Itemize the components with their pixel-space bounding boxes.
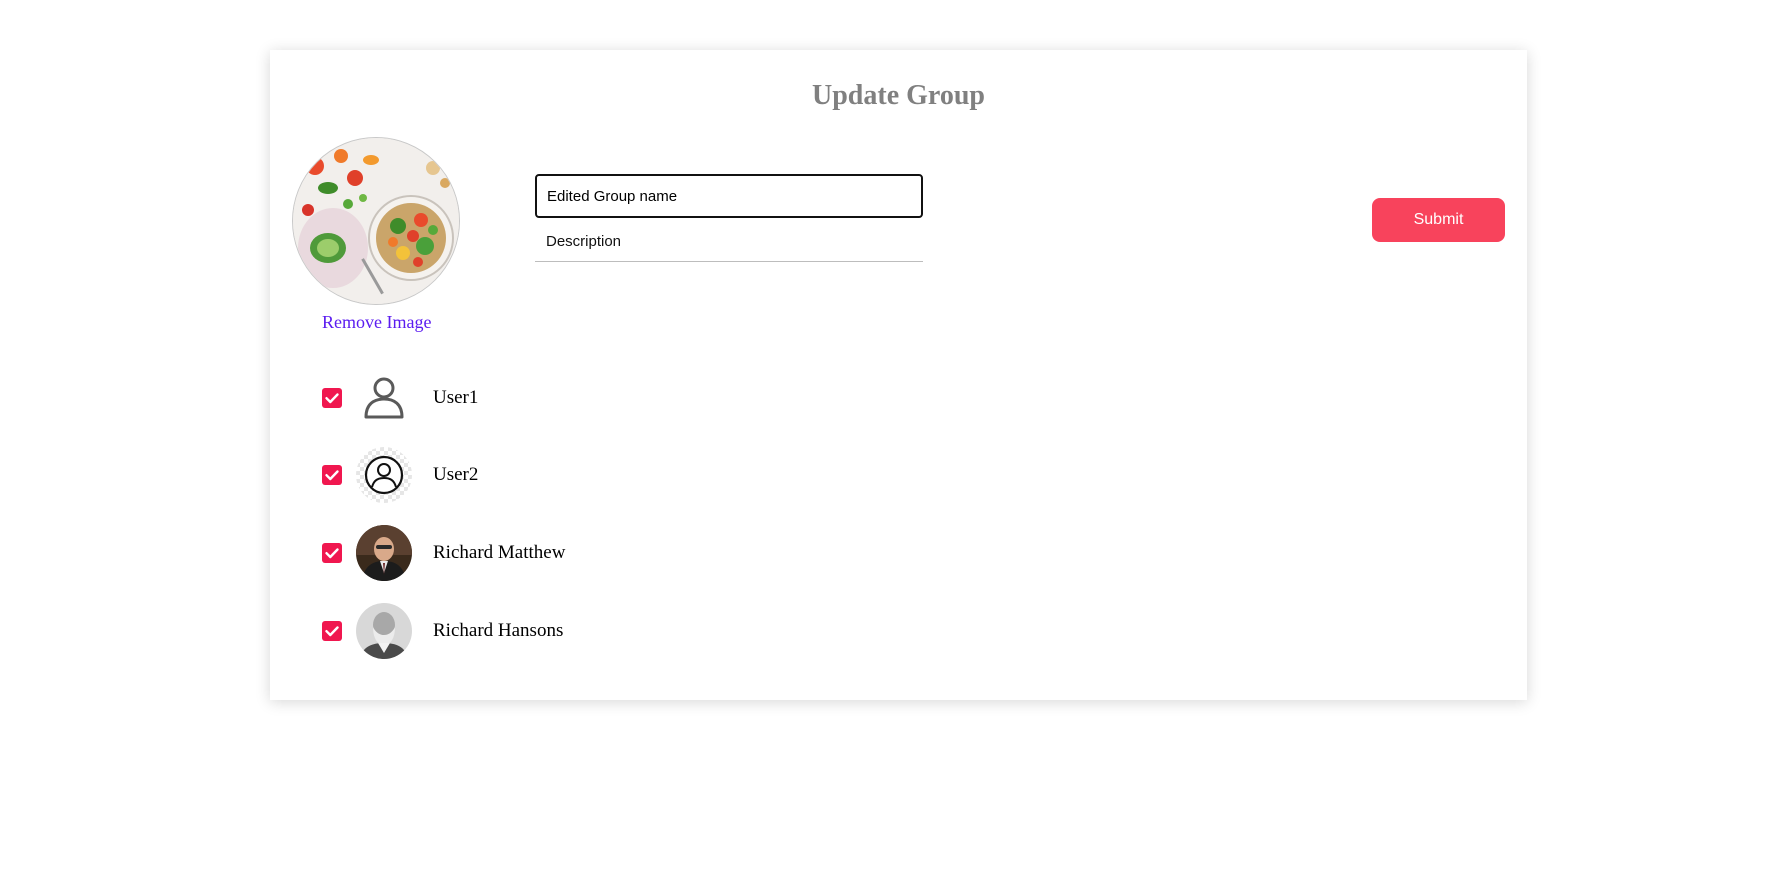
avatar-photo bbox=[356, 525, 412, 581]
member-checkbox[interactable] bbox=[322, 465, 342, 485]
group-name-input[interactable] bbox=[535, 174, 923, 218]
description-input[interactable] bbox=[535, 222, 923, 262]
avatar-photo bbox=[356, 603, 412, 659]
member-row: Richard Matthew bbox=[322, 525, 722, 581]
checkmark-icon bbox=[325, 393, 339, 404]
member-checkbox[interactable] bbox=[322, 621, 342, 641]
checkmark-icon bbox=[325, 470, 339, 481]
remove-image-link[interactable]: Remove Image bbox=[322, 312, 431, 333]
group-photo-salad bbox=[293, 138, 459, 304]
member-checkbox[interactable] bbox=[322, 388, 342, 408]
member-row: User2 bbox=[322, 447, 722, 503]
checkmark-icon bbox=[325, 548, 339, 559]
group-image[interactable] bbox=[292, 137, 460, 305]
checkmark-icon bbox=[325, 626, 339, 637]
person-circle-icon bbox=[356, 447, 412, 503]
member-checkbox[interactable] bbox=[322, 543, 342, 563]
member-name: User1 bbox=[433, 387, 479, 408]
member-row: Richard Hansons bbox=[322, 603, 722, 659]
member-name: Richard Hansons bbox=[433, 620, 564, 641]
member-row: User1 bbox=[322, 370, 722, 426]
page-title: Update Group bbox=[812, 80, 985, 111]
submit-button[interactable]: Submit bbox=[1372, 198, 1505, 242]
member-name: Richard Matthew bbox=[433, 542, 566, 563]
update-group-card: Update Group Remove Image Edited Group n… bbox=[270, 50, 1527, 700]
person-outline-icon bbox=[356, 370, 412, 426]
member-name: User2 bbox=[433, 464, 479, 485]
